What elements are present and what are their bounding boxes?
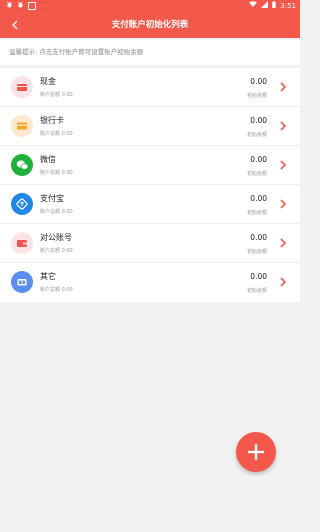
account-subtitle: 账户总额 0.00 <box>40 209 73 215</box>
account-subtitle: 账户总额 0.00 <box>40 131 73 137</box>
status-time: 3:51 <box>280 1 296 10</box>
bank-card-icon <box>11 115 33 137</box>
wechat-icon <box>11 154 33 176</box>
account-name: 微信 <box>40 155 56 164</box>
account-amount-label: 初始余额 <box>246 93 267 99</box>
account-amount-label: 初始余额 <box>246 249 267 255</box>
status-bar-left <box>6 1 36 10</box>
account-amount: 0.00 <box>250 155 267 164</box>
add-account-button[interactable] <box>236 432 276 472</box>
status-bar-right: 3:51 <box>249 1 296 10</box>
wallet-icon <box>11 232 33 254</box>
account-subtitle: 账户总额 0.00 <box>40 287 73 293</box>
cash-icon <box>11 76 33 98</box>
notification-icon <box>28 1 36 10</box>
account-amount: 0.00 <box>250 233 267 242</box>
account-amount-label: 初始余额 <box>246 210 267 216</box>
account-amount: 0.00 <box>250 116 267 125</box>
account-subtitle: 账户总额 0.00 <box>40 92 73 98</box>
page-title: 支付账户初始化列表 <box>111 20 189 30</box>
app-bar: 支付账户初始化列表 <box>0 12 300 38</box>
account-amount: 0.00 <box>250 194 267 203</box>
chevron-right-icon <box>280 199 287 209</box>
account-name: 其它 <box>40 272 56 281</box>
battery-icon <box>272 1 277 10</box>
account-subtitle: 账户总额 0.00 <box>40 248 73 254</box>
wifi-icon <box>249 1 258 10</box>
account-row-bank-card[interactable]: 银行卡 账户总额 0.00 0.00 初始余额 <box>0 107 300 146</box>
account-row-alipay[interactable]: 支付宝 账户总额 0.00 0.00 初始余额 <box>0 185 300 224</box>
chevron-right-icon <box>280 277 287 287</box>
bug-icon <box>6 1 13 10</box>
status-bar: 3:51 <box>0 0 300 12</box>
account-amount: 0.00 <box>250 77 267 86</box>
bug-icon <box>17 1 24 10</box>
plus-icon <box>248 444 264 460</box>
chevron-right-icon <box>280 238 287 248</box>
chevron-right-icon <box>280 121 287 131</box>
account-amount-label: 初始余额 <box>246 171 267 177</box>
other-icon <box>11 271 33 293</box>
account-row-wechat[interactable]: 微信 账户总额 0.00 0.00 初始余额 <box>0 146 300 185</box>
chevron-right-icon <box>280 160 287 170</box>
alipay-icon <box>11 193 33 215</box>
account-name: 银行卡 <box>40 116 64 125</box>
account-list: 现金 账户总额 0.00 0.00 初始余额 银行卡 账户总额 0.00 0.0… <box>0 68 300 302</box>
tip-banner: 温馨提示: 点击支付账户即可设置账户初始余额 <box>0 40 300 65</box>
account-name: 现金 <box>40 77 56 86</box>
signal-icon <box>261 1 269 10</box>
account-amount-label: 初始余额 <box>246 132 267 138</box>
account-amount-label: 初始余额 <box>246 288 267 294</box>
account-amount: 0.00 <box>250 272 267 281</box>
account-row-corporate[interactable]: 对公账号 账户总额 0.00 0.00 初始余额 <box>0 224 300 263</box>
account-subtitle: 账户总额 0.00 <box>40 170 73 176</box>
account-name: 对公账号 <box>40 233 72 242</box>
account-row-cash[interactable]: 现金 账户总额 0.00 0.00 初始余额 <box>0 68 300 107</box>
chevron-right-icon <box>280 82 287 92</box>
account-name: 支付宝 <box>40 194 64 203</box>
account-row-other[interactable]: 其它 账户总额 0.00 0.00 初始余额 <box>0 263 300 302</box>
